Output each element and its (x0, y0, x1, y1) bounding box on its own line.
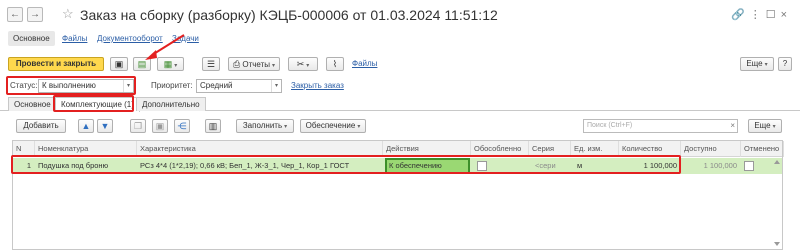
favorite-star-icon[interactable]: ☆ (62, 6, 74, 22)
save-button[interactable]: ▣ (110, 57, 128, 71)
priority-select[interactable]: Средний ▾ (196, 79, 282, 93)
components-tab-highlight-box (53, 95, 134, 112)
arrow-right-icon: → (30, 9, 40, 20)
title-bar: ← → ☆ Заказ на сборку (разборку) КЭЦБ-00… (0, 0, 800, 30)
print-icon: ⎙ (232, 59, 241, 69)
more-label: Еще (746, 59, 763, 68)
paste-icon: ▣ (155, 121, 165, 131)
split-icon: ⋲ (177, 121, 187, 131)
back-button[interactable]: ← (7, 7, 23, 22)
window-title: Заказ на сборку (разборку) КЭЦБ-000006 о… (80, 7, 498, 23)
attach-button[interactable]: ⌇ (326, 57, 344, 71)
reports-button[interactable]: ⎙ Отчеты ▾ (228, 57, 280, 71)
table-scrollbar[interactable] (773, 158, 781, 248)
red-arrow-annotation (145, 34, 185, 60)
move-up-button[interactable]: ▲ (78, 119, 94, 133)
split-row-button[interactable]: ⋲ (174, 119, 190, 133)
fill-button[interactable]: Заполнить ▾ (236, 119, 294, 133)
post-and-close-button[interactable]: Провести и закрыть (8, 57, 104, 71)
move-down-button[interactable]: ▼ (97, 119, 113, 133)
search-input[interactable]: Поиск (Ctrl+F) × (583, 119, 738, 133)
chevron-down-icon: ▾ (764, 62, 768, 68)
chevron-down-icon[interactable]: ▾ (271, 80, 281, 92)
table-more-label: Еще (754, 121, 771, 130)
subtab-main[interactable]: Основное (8, 97, 57, 111)
barcode-icon: ▥ (208, 121, 218, 131)
subtab-additional[interactable]: Дополнительно (136, 97, 206, 111)
close-icon[interactable]: × (781, 9, 792, 21)
save-icon: ▣ (114, 59, 124, 69)
chevron-down-icon: ▾ (357, 124, 361, 130)
clear-search-icon[interactable]: × (730, 120, 735, 132)
close-order-link[interactable]: Закрыть заказ (291, 81, 344, 90)
priority-value: Средний (200, 81, 233, 90)
add-button[interactable]: Добавить (16, 119, 66, 133)
table-more-button[interactable]: Еще ▾ (748, 119, 782, 133)
column-header-cancelled[interactable]: Отменено (741, 141, 784, 157)
more-button[interactable]: Еще ▾ (740, 57, 774, 71)
column-header-available[interactable]: Доступно (681, 141, 741, 157)
nav-tab-files[interactable]: Файлы (62, 31, 87, 46)
link-icon[interactable]: 🔗 (731, 9, 750, 21)
chevron-down-icon: ▾ (772, 124, 776, 130)
reports-label: Отчеты (242, 60, 271, 69)
window-controls: 🔗⋮☐× (731, 8, 792, 21)
fill-label: Заполнить (242, 121, 283, 130)
copy-button[interactable]: ❐ (130, 119, 146, 133)
chevron-down-icon: ▾ (272, 63, 276, 69)
chevron-down-icon: ▾ (306, 63, 310, 69)
more-icon[interactable]: ⋮ (750, 9, 766, 21)
structure-icon: ☰ (206, 59, 216, 69)
help-button[interactable]: ? (778, 57, 792, 71)
arrow-up-icon: ▲ (81, 121, 91, 131)
chevron-down-icon: ▾ (284, 124, 288, 130)
barcode-button[interactable]: ▥ (205, 119, 221, 133)
arrow-down-icon: ▼ (100, 121, 110, 131)
tools-icon: ✂ (296, 59, 305, 69)
provision-label: Обеспечение (305, 121, 356, 130)
cancelled-checkbox[interactable] (744, 161, 754, 171)
files-link[interactable]: Файлы (352, 59, 377, 68)
cell-available: 1 100,000 (703, 161, 737, 170)
maximize-icon[interactable]: ☐ (766, 9, 781, 21)
forward-button[interactable]: → (27, 7, 43, 22)
search-placeholder: Поиск (Ctrl+F) (587, 122, 633, 129)
document-structure-button[interactable]: ☰ (202, 57, 220, 71)
tools-button[interactable]: ✂ ▾ (288, 57, 318, 71)
nav-tab-main[interactable]: Основное (8, 31, 55, 46)
status-highlight-box (6, 76, 136, 95)
row-highlight-box (11, 155, 681, 174)
form-nav-tabs: Основное Файлы Документооборот Задачи (0, 30, 800, 47)
copy-icon: ❐ (133, 121, 143, 131)
arrow-left-icon: ← (10, 9, 20, 20)
priority-label: Приоритет: (151, 81, 193, 90)
paperclip-icon: ⌇ (332, 59, 338, 69)
chevron-down-icon: ▾ (174, 63, 178, 69)
provision-button[interactable]: Обеспечение ▾ (300, 119, 366, 133)
paste-button[interactable]: ▣ (152, 119, 168, 133)
